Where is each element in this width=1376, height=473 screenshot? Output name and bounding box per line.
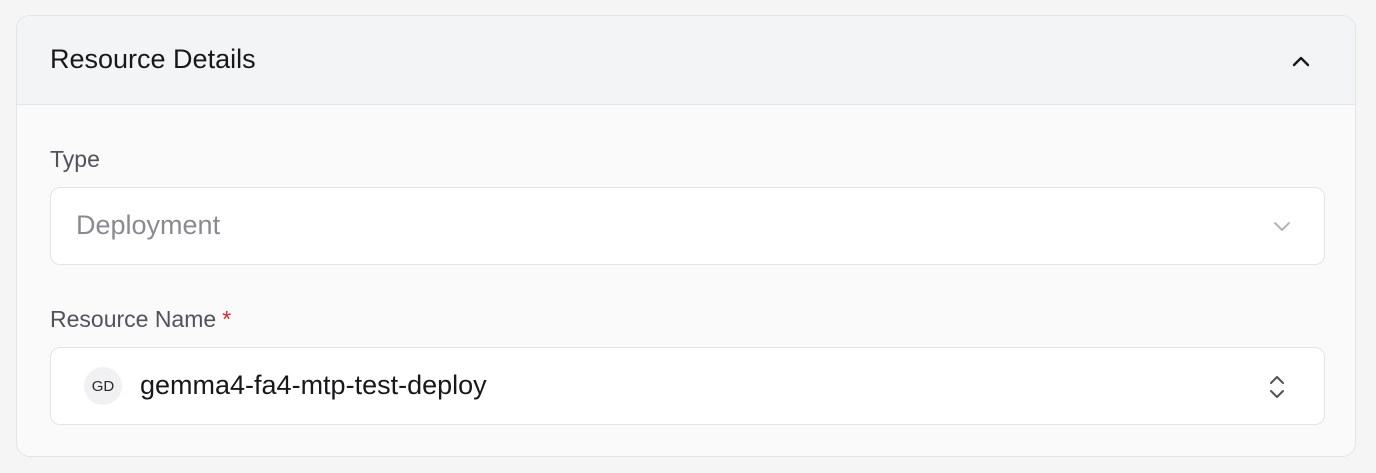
type-select-value: Deployment: [76, 210, 221, 240]
collapse-button[interactable]: [1287, 48, 1315, 76]
chevron-up-icon: [1292, 56, 1310, 67]
avatar: GD: [84, 367, 122, 405]
type-label-text: Type: [50, 146, 100, 172]
type-select[interactable]: Deployment: [50, 187, 1325, 265]
resource-name-label: Resource Name *: [50, 306, 231, 333]
chevron-down-icon: [1274, 222, 1290, 231]
type-label: Type: [50, 146, 100, 173]
resource-name-label-text: Resource Name: [50, 306, 217, 332]
resource-name-select[interactable]: GD gemma4-fa4-mtp-test-deploy: [50, 347, 1325, 425]
required-marker: *: [222, 306, 232, 332]
resource-details-card: Resource Details Type Deployment Resourc…: [16, 15, 1356, 457]
chevron-up-down-icon: [1270, 376, 1284, 398]
card-header[interactable]: Resource Details: [17, 16, 1355, 105]
resource-name-value: gemma4-fa4-mtp-test-deploy: [140, 370, 487, 400]
card-title: Resource Details: [50, 44, 256, 74]
